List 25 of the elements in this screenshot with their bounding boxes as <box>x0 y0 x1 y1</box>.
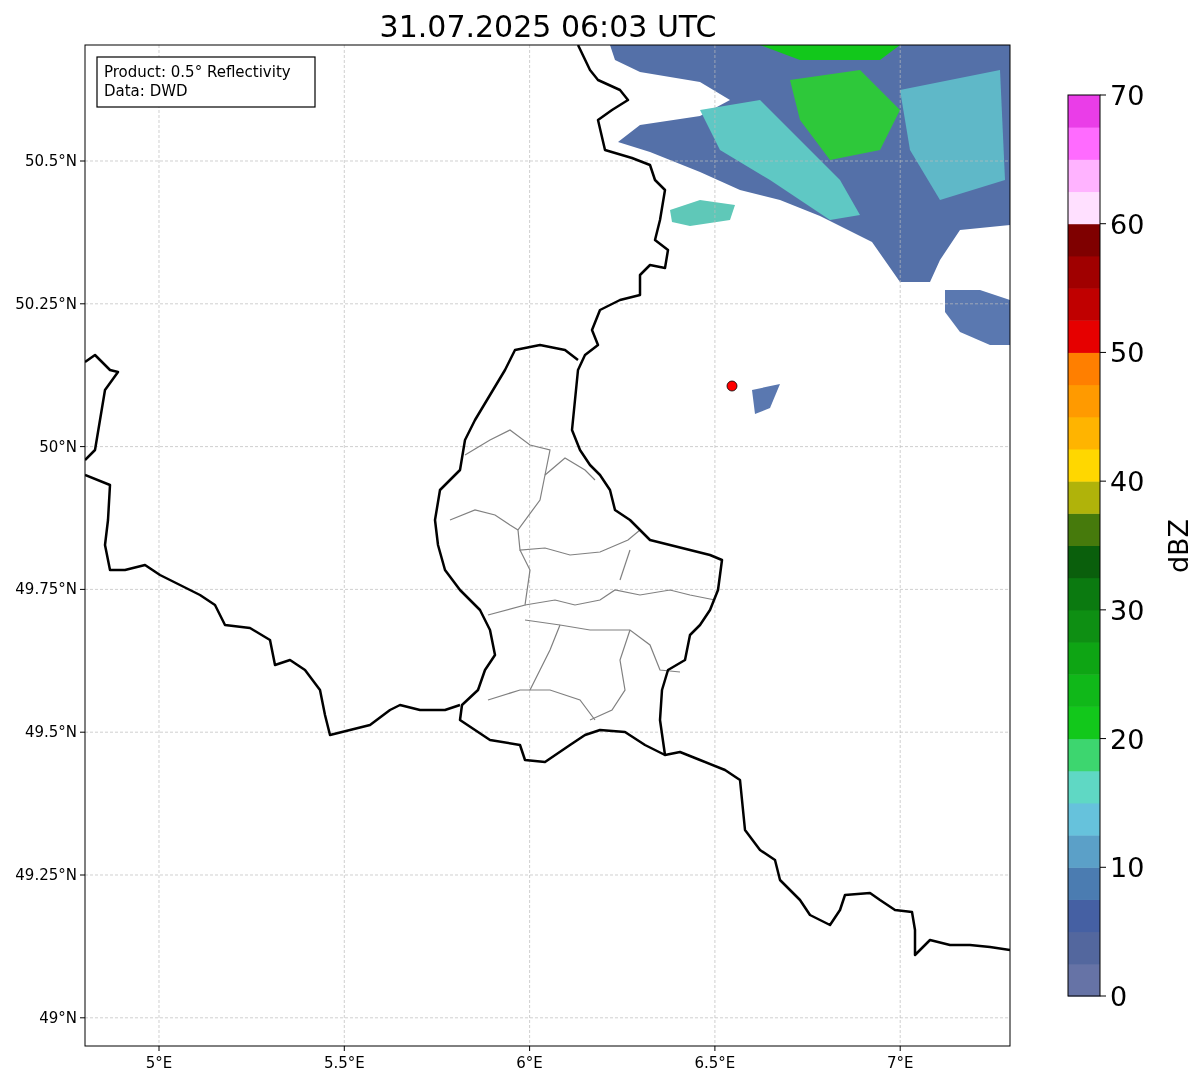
latitude-label: 49°N <box>39 1008 77 1027</box>
latitude-label: 50.5°N <box>24 152 77 170</box>
latitude-label: 50.25°N <box>15 294 77 313</box>
latitude-label: 50°N <box>39 437 77 456</box>
chart-title: 31.07.2025 06:03 UTC <box>379 9 717 44</box>
colorbar-tick-label: 60 <box>1110 208 1145 240</box>
longitude-label: 7°E <box>886 1054 914 1072</box>
longitude-label: 6°E <box>516 1054 543 1072</box>
longitude-label: 5°E <box>145 1054 173 1072</box>
colorbar-tick-label: 10 <box>1110 852 1145 884</box>
longitude-label: 6.5°E <box>694 1054 736 1072</box>
colorbar-tick-label: 40 <box>1110 466 1145 498</box>
latitude-label: 49.75°N <box>15 580 77 599</box>
colorbar-tick-label: 70 <box>1110 80 1145 111</box>
radar-station-marker <box>726 380 738 392</box>
colorbar-tick-label: 30 <box>1110 594 1145 626</box>
latitude-label: 49.5°N <box>24 723 77 742</box>
colorbar-tick-label: 0 <box>1110 981 1128 1012</box>
longitude-label: 5.5°E <box>323 1054 365 1072</box>
colorbar-label: dBZ <box>1163 518 1194 574</box>
latitude-label: 49.25°N <box>15 866 77 884</box>
colorbar-tick-label: 20 <box>1110 723 1145 755</box>
info-text: Data: DWD <box>104 82 188 100</box>
info-text: Product: 0.5° Reflectivity <box>104 63 291 81</box>
colorbar-tick-label: 50 <box>1110 337 1145 369</box>
